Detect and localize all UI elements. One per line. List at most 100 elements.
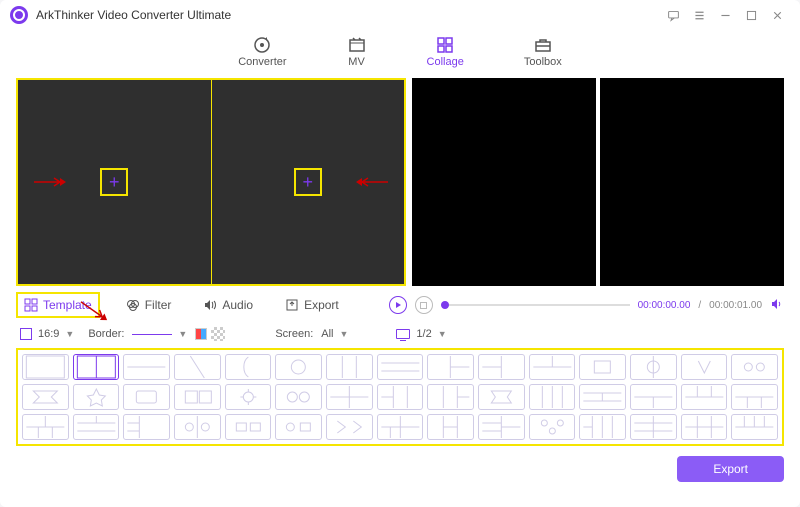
border-label: Border: bbox=[88, 328, 124, 340]
template-item[interactable] bbox=[225, 414, 272, 440]
collage-cell-1[interactable]: + bbox=[18, 80, 212, 284]
stop-button[interactable] bbox=[415, 296, 433, 314]
aspect-ratio-dropdown[interactable]: 16:9 ▼ bbox=[16, 326, 78, 342]
chevron-down-icon: ▼ bbox=[65, 329, 74, 339]
tab-converter[interactable]: Converter bbox=[238, 36, 286, 68]
tab-mv[interactable]: MV bbox=[347, 36, 367, 68]
subtab-filter[interactable]: Filter bbox=[120, 292, 178, 318]
template-item[interactable] bbox=[630, 384, 677, 410]
template-item[interactable] bbox=[174, 354, 221, 380]
template-item[interactable] bbox=[174, 414, 221, 440]
ratio-icon bbox=[20, 328, 32, 340]
close-button[interactable] bbox=[764, 5, 790, 25]
template-item[interactable] bbox=[478, 384, 525, 410]
audio-icon bbox=[203, 298, 217, 312]
template-item[interactable] bbox=[225, 384, 272, 410]
template-item[interactable] bbox=[427, 384, 474, 410]
template-item[interactable] bbox=[275, 384, 322, 410]
template-item[interactable] bbox=[22, 414, 69, 440]
template-item[interactable] bbox=[377, 414, 424, 440]
chevron-down-icon: ▼ bbox=[178, 329, 187, 339]
screen-dropdown[interactable]: All ▼ bbox=[317, 326, 352, 342]
template-item[interactable] bbox=[73, 414, 120, 440]
add-media-button[interactable]: + bbox=[294, 168, 322, 196]
feedback-icon[interactable] bbox=[660, 5, 686, 25]
annotation-arrow bbox=[32, 175, 68, 189]
border-color-picker[interactable] bbox=[195, 328, 207, 340]
template-item[interactable] bbox=[174, 384, 221, 410]
play-button[interactable] bbox=[389, 296, 407, 314]
template-item[interactable] bbox=[731, 414, 778, 440]
filter-icon bbox=[126, 298, 140, 312]
template-item[interactable] bbox=[529, 414, 576, 440]
converter-icon bbox=[252, 36, 272, 54]
toolbox-icon bbox=[533, 36, 553, 54]
template-item[interactable] bbox=[579, 414, 626, 440]
template-item[interactable] bbox=[731, 354, 778, 380]
template-item[interactable] bbox=[427, 414, 474, 440]
line-sample bbox=[132, 334, 172, 335]
maximize-button[interactable] bbox=[738, 5, 764, 25]
volume-icon[interactable] bbox=[770, 297, 784, 314]
template-grid bbox=[16, 348, 784, 446]
template-item[interactable] bbox=[326, 414, 373, 440]
preview-cell-1 bbox=[412, 78, 596, 286]
minimize-button[interactable] bbox=[712, 5, 738, 25]
template-item[interactable] bbox=[681, 354, 728, 380]
app-logo bbox=[10, 6, 28, 24]
menu-icon[interactable] bbox=[686, 5, 712, 25]
template-item[interactable] bbox=[579, 354, 626, 380]
template-item[interactable] bbox=[630, 414, 677, 440]
add-media-button[interactable]: + bbox=[100, 168, 128, 196]
template-item[interactable] bbox=[427, 354, 474, 380]
template-item[interactable] bbox=[22, 354, 69, 380]
total-time: 00:00:01.00 bbox=[709, 300, 762, 311]
preview-cell-2 bbox=[600, 78, 784, 286]
template-item[interactable] bbox=[731, 384, 778, 410]
template-item[interactable] bbox=[326, 354, 373, 380]
timeline-slider[interactable] bbox=[441, 304, 630, 306]
template-item[interactable] bbox=[73, 354, 120, 380]
template-item[interactable] bbox=[275, 354, 322, 380]
chevron-down-icon: ▼ bbox=[438, 329, 447, 339]
template-item[interactable] bbox=[478, 354, 525, 380]
template-item[interactable] bbox=[579, 384, 626, 410]
page-dropdown[interactable]: 1/2 ▼ bbox=[392, 326, 450, 342]
background-picker[interactable] bbox=[211, 327, 225, 341]
current-time: 00:00:00.00 bbox=[638, 300, 691, 311]
template-item[interactable] bbox=[123, 384, 170, 410]
chevron-down-icon: ▼ bbox=[340, 329, 349, 339]
template-icon bbox=[24, 298, 38, 312]
tab-toolbox[interactable]: Toolbox bbox=[524, 36, 562, 68]
collage-cell-2[interactable]: + bbox=[212, 80, 405, 284]
template-item[interactable] bbox=[529, 384, 576, 410]
subtab-export[interactable]: Export bbox=[279, 292, 345, 318]
template-item[interactable] bbox=[22, 384, 69, 410]
template-item[interactable] bbox=[377, 354, 424, 380]
template-item[interactable] bbox=[225, 354, 272, 380]
screen-icon bbox=[396, 329, 410, 339]
template-item[interactable] bbox=[73, 384, 120, 410]
template-item[interactable] bbox=[681, 414, 728, 440]
export-icon bbox=[285, 298, 299, 312]
template-item[interactable] bbox=[681, 384, 728, 410]
template-item[interactable] bbox=[326, 384, 373, 410]
template-item[interactable] bbox=[478, 414, 525, 440]
main-tabs: Converter MV Collage Toolbox bbox=[0, 30, 800, 78]
screen-label: Screen: bbox=[275, 328, 313, 340]
tab-collage[interactable]: Collage bbox=[427, 36, 464, 68]
template-item[interactable] bbox=[275, 414, 322, 440]
border-style-dropdown[interactable]: ▼ bbox=[128, 327, 191, 341]
preview-pane bbox=[412, 78, 784, 286]
app-title: ArkThinker Video Converter Ultimate bbox=[36, 8, 231, 22]
template-item[interactable] bbox=[377, 384, 424, 410]
annotation-arrow bbox=[354, 175, 390, 189]
subtab-audio[interactable]: Audio bbox=[197, 292, 259, 318]
collage-editor: + + bbox=[16, 78, 406, 286]
template-item[interactable] bbox=[123, 354, 170, 380]
template-item[interactable] bbox=[630, 354, 677, 380]
template-item[interactable] bbox=[529, 354, 576, 380]
mv-icon bbox=[347, 36, 367, 54]
export-button[interactable]: Export bbox=[677, 456, 784, 482]
template-item[interactable] bbox=[123, 414, 170, 440]
